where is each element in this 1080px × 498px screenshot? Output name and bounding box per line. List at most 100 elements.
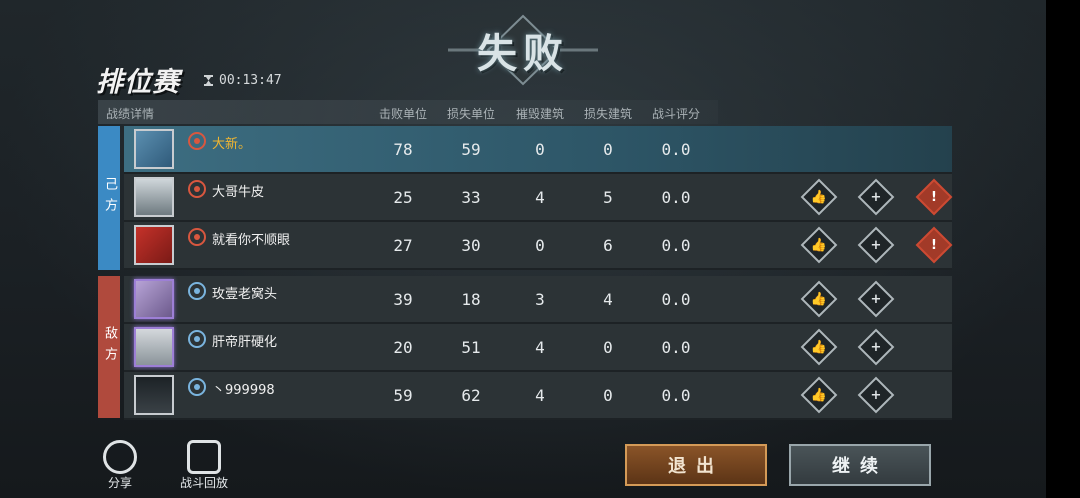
player-name: 丶999998 [212,383,275,398]
stat-losses: 33 [461,188,481,207]
hourglass-icon [204,75,213,86]
player-row: 丶999998 59 62 4 0 0.0 👍 + [124,372,952,420]
col-lost-buildings: 损失建筑 [583,107,632,121]
thumbs-up-icon: 👍 [810,387,828,403]
player-row: 肝帝肝硬化 20 51 4 0 0.0 👍 + [124,324,952,372]
col-losses: 损失单位 [446,107,495,121]
stat-score: 0.0 [661,338,691,357]
stat-lost: 4 [603,290,613,309]
player-row-me: 大新。 78 59 0 0 0.0 [124,126,952,174]
thumbs-up-icon: 👍 [810,291,828,307]
rank-icon [188,378,206,396]
stat-score: 0.0 [661,386,691,405]
stat-losses: 59 [461,140,481,159]
avatar [134,279,174,319]
stat-lost: 5 [603,188,613,207]
player-name: 大哥牛皮 [212,185,265,200]
stat-destroyed: 0 [535,140,545,159]
rank-icon [188,330,206,348]
add-friend-button[interactable]: + [857,280,895,318]
section-label: 战绩详情 [106,107,155,121]
stat-losses: 18 [461,290,481,309]
stat-destroyed: 4 [535,188,545,207]
player-row: 大哥牛皮 25 33 4 5 0.0 👍 + ! [124,174,953,222]
side-enemy-text: 敌方 [102,326,117,368]
like-button[interactable]: 👍 [800,226,838,264]
match-timer: 00:13:47 [204,73,282,88]
stat-lost: 0 [603,386,613,405]
add-friend-icon: + [870,189,882,205]
stat-losses: 51 [461,338,481,357]
player-name: 玫壹老窝头 [212,287,278,302]
thumbs-up-icon: 👍 [810,189,828,205]
avatar [134,375,174,415]
share-label: 分享 [107,476,132,490]
result-plate: 失败 [448,14,598,86]
stat-destroyed: 0 [535,236,545,255]
share-button[interactable]: 分享 [100,440,140,491]
stat-score: 0.0 [661,140,691,159]
add-friend-icon: + [870,237,882,253]
stat-lost: 6 [603,236,613,255]
col-score: 战斗评分 [651,107,700,121]
stat-losses: 30 [461,236,481,255]
rank-icon [188,180,206,198]
avatar [134,129,174,169]
stat-kills: 27 [393,236,413,255]
avatar [134,225,174,265]
col-kills: 击败单位 [378,107,427,121]
player-row: 就看你不顺眼 27 30 0 6 0.0 👍 + ! [124,222,953,270]
side-own-text: 己方 [102,177,117,219]
replay-label: 战斗回放 [179,476,228,490]
rank-icon [188,132,206,150]
result-title: 失败 [477,31,569,77]
add-friend-button[interactable]: + [857,376,895,414]
exit-button[interactable]: 退出 [625,444,767,486]
rank-icon [188,282,206,300]
timer-value: 00:13:47 [219,73,282,88]
stat-destroyed: 3 [535,290,545,309]
add-friend-icon: + [870,291,882,307]
stat-score: 0.0 [661,290,691,309]
add-friend-icon: + [870,387,882,403]
avatar [134,327,174,367]
rank-icon [188,228,206,246]
add-friend-button[interactable]: + [857,226,895,264]
screen-edge [1046,0,1080,498]
report-button[interactable]: ! [915,178,953,216]
stat-kills: 59 [393,386,413,405]
stat-score: 0.0 [661,236,691,255]
report-button[interactable]: ! [915,226,953,264]
add-friend-button[interactable]: + [857,178,895,216]
stat-lost: 0 [603,140,613,159]
camera-icon [187,440,221,474]
col-destroyed-buildings: 摧毁建筑 [515,107,564,121]
stat-destroyed: 4 [535,386,545,405]
player-name: 大新。 [212,137,252,152]
player-name: 肝帝肝硬化 [212,335,278,350]
player-name: 就看你不顺眼 [212,233,291,248]
thumbs-up-icon: 👍 [810,339,828,355]
like-button[interactable]: 👍 [800,376,838,414]
side-label-enemy: 敌方 [98,276,120,418]
stat-losses: 62 [461,386,481,405]
like-button[interactable]: 👍 [800,280,838,318]
like-button[interactable]: 👍 [800,178,838,216]
thumbs-up-icon: 👍 [810,237,828,253]
share-icon [103,440,137,474]
exclamation-icon: ! [931,237,937,253]
mode-title: 排位赛 [96,67,180,98]
exclamation-icon: ! [931,189,937,205]
stat-kills: 20 [393,338,413,357]
side-label-own: 己方 [98,126,120,270]
stat-destroyed: 4 [535,338,545,357]
stat-kills: 39 [393,290,413,309]
add-friend-button[interactable]: + [857,328,895,366]
avatar [134,177,174,217]
stat-lost: 0 [603,338,613,357]
add-friend-icon: + [870,339,882,355]
stat-score: 0.0 [661,188,691,207]
like-button[interactable]: 👍 [800,328,838,366]
continue-button[interactable]: 继续 [789,444,931,486]
replay-button[interactable]: 战斗回放 [172,440,236,491]
